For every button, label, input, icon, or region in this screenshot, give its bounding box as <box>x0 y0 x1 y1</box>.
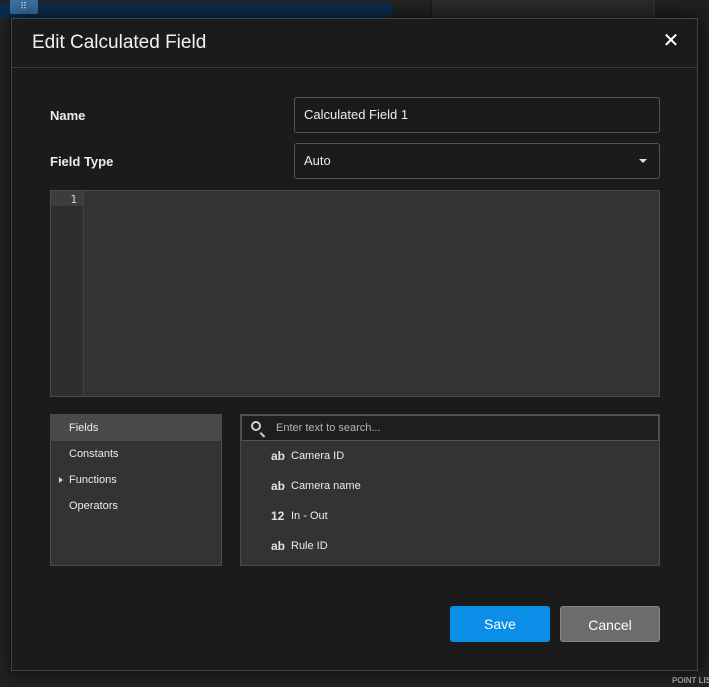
search-input[interactable] <box>276 416 646 440</box>
background-selection-bar <box>0 3 392 18</box>
category-item-fields[interactable]: Fields <box>51 415 221 441</box>
expression-editor[interactable]: 1 <box>50 190 660 397</box>
category-item-constants[interactable]: Constants <box>51 441 221 467</box>
close-icon[interactable]: ✕ <box>661 31 681 51</box>
background-label-point-list: POINT LIST <box>672 676 709 685</box>
expand-arrow-icon[interactable] <box>59 477 63 483</box>
name-label: Name <box>50 108 86 123</box>
cancel-button[interactable]: Cancel <box>560 606 660 642</box>
field-type-value: Auto <box>304 153 331 168</box>
text-type-icon: ab <box>271 479 286 493</box>
category-label: Operators <box>69 500 118 512</box>
name-input[interactable]: Calculated Field 1 <box>294 97 660 133</box>
category-label: Functions <box>69 474 117 486</box>
save-button[interactable]: Save <box>450 606 550 642</box>
dialog-title: Edit Calculated Field <box>32 32 207 53</box>
chevron-down-icon <box>639 159 647 163</box>
number-type-icon: 12 <box>271 509 285 523</box>
field-type-select[interactable]: Auto <box>294 143 660 179</box>
grip-icon[interactable]: ⠿ <box>10 0 38 14</box>
field-name: Camera ID <box>291 450 345 462</box>
category-item-operators[interactable]: Operators <box>51 493 221 519</box>
search-icon <box>251 421 261 431</box>
category-list: Fields Constants Functions Operators <box>50 414 222 566</box>
field-type-label: Field Type <box>50 154 114 169</box>
field-item-camera-id[interactable]: ab Camera ID <box>241 441 659 471</box>
field-list: ab Camera ID ab Camera name 12 In - Out … <box>240 414 660 566</box>
text-type-icon: ab <box>271 449 286 463</box>
field-item-rule-id[interactable]: ab Rule ID <box>241 531 659 561</box>
line-number: 1 <box>70 193 77 206</box>
category-item-functions[interactable]: Functions <box>51 467 221 493</box>
edit-calculated-field-dialog: Edit Calculated Field ✕ Name Calculated … <box>11 18 698 671</box>
field-item-in-out[interactable]: 12 In - Out <box>241 501 659 531</box>
category-label: Fields <box>69 422 99 434</box>
field-name: In - Out <box>291 510 328 522</box>
dialog-header: Edit Calculated Field ✕ <box>12 19 697 68</box>
search-box <box>241 415 659 441</box>
background-left-strip <box>0 0 10 687</box>
name-input-value: Calculated Field 1 <box>304 107 409 122</box>
category-label: Constants <box>69 448 119 460</box>
field-name: Rule ID <box>291 540 328 552</box>
field-item-camera-name[interactable]: ab Camera name <box>241 471 659 501</box>
field-name: Camera name <box>291 480 361 492</box>
text-type-icon: ab <box>271 539 286 553</box>
editor-gutter: 1 <box>51 191 84 396</box>
